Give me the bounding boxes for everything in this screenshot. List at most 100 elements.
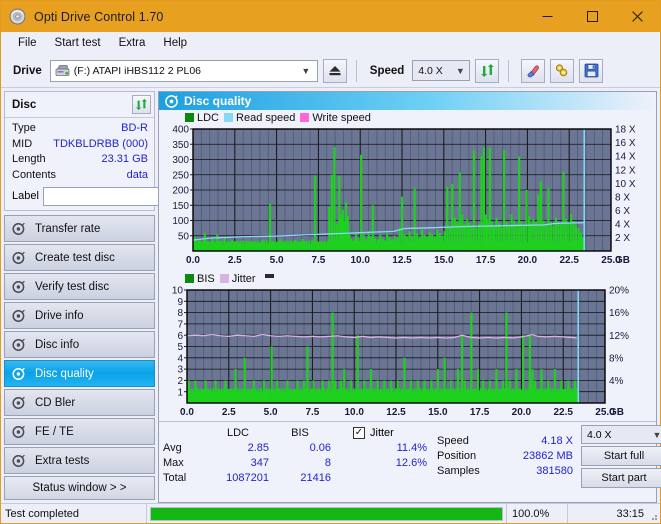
disc-refresh-button[interactable] xyxy=(132,95,151,114)
sidebar-item-fe-te[interactable]: FE / TE xyxy=(4,418,155,445)
stats-row-avg: Avg 2.85 0.06 xyxy=(163,440,331,455)
legend-label: LDC xyxy=(197,111,220,124)
stats-value-ldc: 347 xyxy=(250,456,269,469)
sidebar-item-label: Drive info xyxy=(35,309,84,322)
refresh-button[interactable] xyxy=(475,58,500,83)
legend-item-ldc: LDC xyxy=(185,112,219,124)
svg-text:10.0: 10.0 xyxy=(344,407,364,418)
sidebar-item-disc-quality[interactable]: Disc quality xyxy=(4,360,155,387)
eraser-icon xyxy=(527,65,540,78)
tools-button[interactable] xyxy=(550,58,575,83)
svg-text:250: 250 xyxy=(172,170,189,181)
disc-test-icon xyxy=(12,251,26,265)
svg-text:10: 10 xyxy=(172,286,184,297)
start-part-button[interactable]: Start part xyxy=(581,468,661,488)
chevron-down-icon: ▼ xyxy=(301,65,311,76)
drive-value: (F:) ATAPI iHBS112 2 PL06 xyxy=(73,64,202,77)
chart-bis-plot: 1 2 3 4 5 6 7 8 9 10 4% 8% 12% 16% 20% 0.0 2.5 5.0 7.5 10.0… xyxy=(159,286,656,421)
disc-row-value: BD-R xyxy=(121,122,148,134)
legend-label: Write speed xyxy=(312,111,371,124)
menu-item-start-test[interactable]: Start test xyxy=(46,34,110,52)
drive-select[interactable]: (F:) ATAPI iHBS112 2 PL06 ▼ xyxy=(49,59,318,82)
sidebar-item-label: CD Bler xyxy=(35,396,76,409)
disc-test-icon xyxy=(12,367,26,381)
sidebar-item-drive-info[interactable]: Drive info xyxy=(4,302,155,329)
erase-button[interactable] xyxy=(521,58,546,83)
disc-row-length: Length 23.31 GB xyxy=(12,152,148,168)
position-row: Position 23862 MB xyxy=(437,448,573,463)
sidebar-item-cd-bler[interactable]: CD Bler xyxy=(4,389,155,416)
start-full-label: Start full xyxy=(603,450,645,462)
sidebar-item-label: FE / TE xyxy=(35,425,74,438)
svg-text:15.0: 15.0 xyxy=(434,255,454,266)
svg-text:16 X: 16 X xyxy=(615,138,636,149)
menu-item-extra[interactable]: Extra xyxy=(110,34,155,52)
main-header-title: Disc quality xyxy=(184,94,252,108)
stats-col-ldc: LDC xyxy=(226,426,249,439)
chart-ldc-legend: LDC Read speed Write speed xyxy=(159,110,656,125)
svg-text:4 X: 4 X xyxy=(615,219,630,230)
minimize-button[interactable] xyxy=(525,1,570,32)
jitter-header-row: ✓ Jitter xyxy=(353,425,427,440)
disc-test-icon xyxy=(12,222,26,236)
title-bar: Opti Drive Control 1.70 xyxy=(1,1,660,32)
svg-text:4: 4 xyxy=(177,353,183,364)
svg-text:15.0: 15.0 xyxy=(428,407,448,418)
progress-percent: 100.0% xyxy=(506,504,568,523)
disc-row-label: Type xyxy=(12,122,36,134)
sidebar-item-label: Create test disc xyxy=(35,251,115,264)
svg-text:12%: 12% xyxy=(609,331,629,342)
toolbar: Drive (F:) ATAPI iHBS112 2 PL06 ▼ Speed xyxy=(1,54,660,88)
test-speed-select[interactable]: 4.0 X ▼ xyxy=(581,425,661,444)
legend-label: Jitter xyxy=(231,272,256,285)
legend-item-bis: BIS xyxy=(185,273,215,285)
jitter-checkbox[interactable]: ✓ xyxy=(353,426,365,439)
sidebar-item-create-test-disc[interactable]: Create test disc xyxy=(4,244,155,271)
svg-text:12 X: 12 X xyxy=(615,165,636,176)
svg-text:5.0: 5.0 xyxy=(270,255,284,266)
sidebar-item-verify-test-disc[interactable]: Verify test disc xyxy=(4,273,155,300)
disc-row-label: Contents xyxy=(12,168,57,181)
menu-bar: File Start test Extra Help xyxy=(1,32,660,54)
close-button[interactable] xyxy=(615,1,660,32)
jitter-max-row: 12.6% xyxy=(353,455,427,470)
save-button[interactable] xyxy=(579,58,604,83)
maximize-button[interactable] xyxy=(570,1,615,32)
status-window-button[interactable]: Status window > > xyxy=(4,476,155,500)
legend-marker-icon xyxy=(264,273,274,278)
eject-button[interactable] xyxy=(322,58,347,83)
test-speed-value: 4.0 X xyxy=(587,428,612,441)
svg-text:17.5: 17.5 xyxy=(476,255,496,266)
svg-text:350: 350 xyxy=(172,140,189,151)
disc-row-mid: MID TDKBLDRBB (000) xyxy=(12,137,148,153)
main-header: Disc quality xyxy=(159,92,656,110)
menu-item-file[interactable]: File xyxy=(9,34,46,52)
svg-text:10 X: 10 X xyxy=(615,179,636,190)
start-full-button[interactable]: Start full xyxy=(581,446,661,466)
speed-select[interactable]: 4.0 X ▼ xyxy=(412,60,471,81)
menu-item-help[interactable]: Help xyxy=(154,34,196,52)
speed-column: Speed 4.18 X Position 23862 MB Samples 3… xyxy=(437,425,573,488)
disc-label-row: Label xyxy=(12,186,242,206)
tools-icon xyxy=(556,64,568,77)
stats-row-label: Avg xyxy=(163,441,182,454)
sidebar-item-extra-tests[interactable]: Extra tests xyxy=(4,447,155,474)
disc-label-caption: Label xyxy=(12,190,39,202)
sidebar-item-label: Verify test disc xyxy=(35,280,110,293)
stats-value-bis: 21416 xyxy=(300,471,331,484)
svg-text:2: 2 xyxy=(177,376,183,387)
svg-text:8 X: 8 X xyxy=(615,192,630,203)
sidebar-item-transfer-rate[interactable]: Transfer rate xyxy=(4,215,155,242)
resize-grip-icon[interactable] xyxy=(648,511,658,521)
sidebar-item-disc-info[interactable]: Disc info xyxy=(4,331,155,358)
stats-value-bis: 8 xyxy=(324,456,331,469)
body: Disc Type BD-R MID TDKBLDRBB (000) Lengt… xyxy=(1,88,661,503)
stats-value-bis: 0.06 xyxy=(309,441,331,454)
progress-bar xyxy=(150,506,503,521)
speed-value: 4.18 X xyxy=(541,434,573,447)
chart-ldc-plot: 50 100 150 200 250 300 350 400 2 X 4 X 6 X 8 X 10 X 1… xyxy=(159,125,656,269)
svg-text:2.5: 2.5 xyxy=(222,407,236,418)
stats-row-label: Max xyxy=(163,456,184,469)
speed-value: 4.0 X xyxy=(418,64,443,77)
svg-text:6 X: 6 X xyxy=(615,206,630,217)
